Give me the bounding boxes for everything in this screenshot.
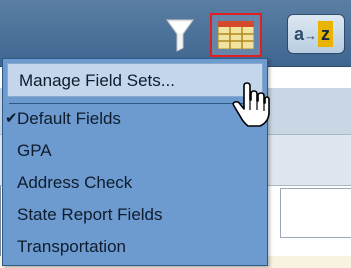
menu-item-default-fields[interactable]: ✔ Default Fields xyxy=(3,105,267,133)
menu-item-gpa[interactable]: GPA xyxy=(3,137,267,165)
menu-item-label: Transportation xyxy=(17,237,126,256)
menu-item-label: State Report Fields xyxy=(17,205,163,224)
sort-z-text: z xyxy=(318,21,334,47)
field-sets-dropdown-menu: Manage Field Sets... ✔ Default Fields GP… xyxy=(2,58,268,266)
menu-item-state-report-fields[interactable]: State Report Fields xyxy=(3,201,267,229)
hand-cursor-icon xyxy=(232,82,270,128)
toolbar: a→ z xyxy=(0,0,351,67)
menu-item-transportation[interactable]: Transportation xyxy=(3,233,267,261)
menu-item-label: Address Check xyxy=(17,173,133,192)
menu-item-address-check[interactable]: Address Check xyxy=(3,169,267,197)
menu-item-label: Default Fields xyxy=(17,109,121,128)
sort-arrow-text: → xyxy=(304,28,318,43)
menu-item-manage-field-sets[interactable]: Manage Field Sets... xyxy=(7,63,263,97)
field-set-grid-icon[interactable] xyxy=(210,13,262,57)
checkmark-icon: ✔ xyxy=(5,110,18,127)
sort-az-icon[interactable]: a→ z xyxy=(287,14,345,54)
sort-a-text: a xyxy=(294,24,305,44)
menu-item-label: GPA xyxy=(17,141,52,160)
menu-item-label: Manage Field Sets... xyxy=(19,71,175,90)
background-field xyxy=(280,188,351,238)
filter-icon[interactable] xyxy=(166,18,194,52)
menu-separator xyxy=(9,103,261,104)
